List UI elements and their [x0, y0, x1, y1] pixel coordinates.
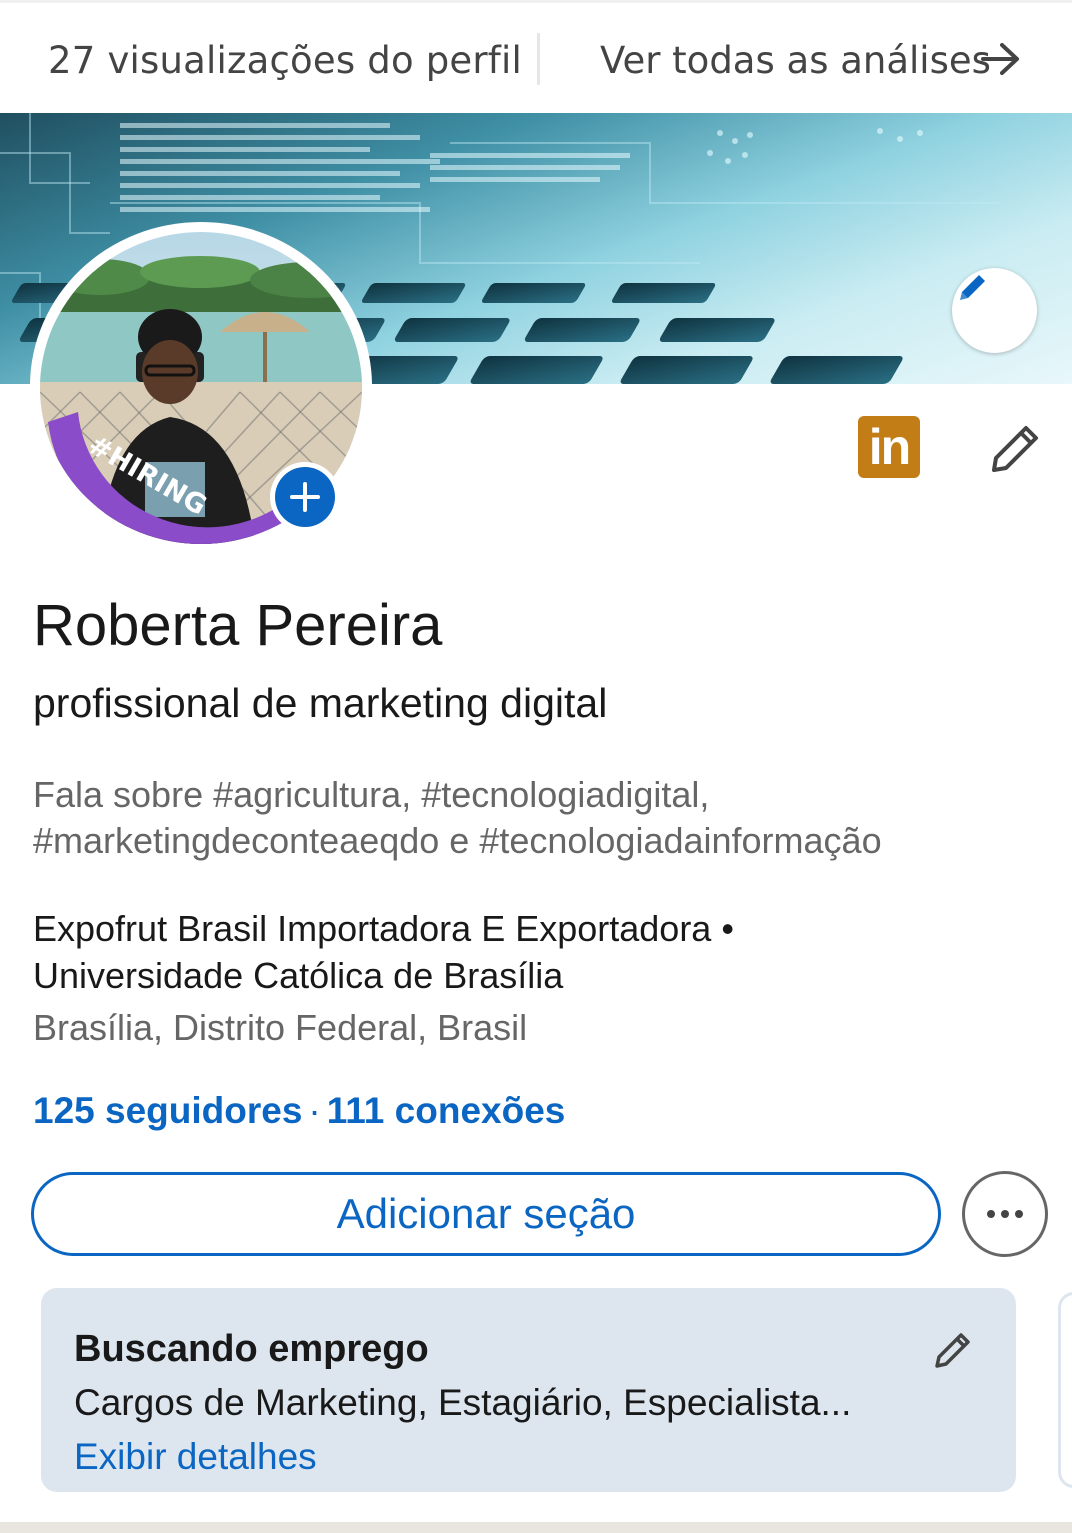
card-title: Buscando emprego [74, 1328, 429, 1370]
pencil-icon[interactable] [984, 418, 1044, 478]
company-line[interactable]: Expofrut Brasil Importadora E Exportador… [33, 905, 1033, 952]
show-details-link[interactable]: Exibir detalhes [74, 1436, 317, 1478]
divider [537, 33, 540, 85]
followers-link[interactable]: 125 seguidores [33, 1090, 302, 1131]
more-button[interactable] [962, 1171, 1048, 1257]
arrow-right-icon[interactable] [980, 39, 1022, 79]
view-all-analytics-link[interactable]: Ver todas as análises [600, 39, 991, 82]
profile-headline: profissional de marketing digital [33, 680, 608, 726]
more-icon [987, 1210, 1023, 1218]
section-divider [0, 1522, 1072, 1533]
location: Brasília, Distrito Federal, Brasil [33, 1007, 528, 1048]
company-education: Expofrut Brasil Importadora E Exportador… [33, 905, 1033, 999]
open-to-work-card[interactable]: Buscando emprego Cargos de Marketing, Es… [41, 1288, 1016, 1492]
edit-banner-button[interactable] [952, 268, 1037, 353]
separator: · [308, 1090, 321, 1131]
add-section-button[interactable]: Adicionar seção [31, 1172, 941, 1256]
connections-link[interactable]: 111 conexões [327, 1090, 566, 1131]
profile-name: Roberta Pereira [33, 593, 443, 658]
card-roles: Cargos de Marketing, Estagiário, Especia… [74, 1382, 852, 1423]
pencil-icon[interactable] [931, 1328, 975, 1372]
linkedin-icon[interactable]: in [858, 416, 920, 478]
add-photo-button[interactable] [270, 462, 340, 532]
education-line[interactable]: Universidade Católica de Brasília [33, 952, 1033, 999]
talks-about: Fala sobre #agricultura, #tecnologiadigi… [33, 774, 882, 861]
network-stats: 125 seguidores · 111 conexões [33, 1090, 565, 1132]
plus-icon [290, 482, 320, 512]
pencil-icon [960, 275, 985, 300]
profile-views-count[interactable]: 27 visualizações do perfil [48, 39, 522, 82]
next-card-peek[interactable] [1058, 1292, 1072, 1488]
profile-analytics-bar: 27 visualizações do perfil Ver todas as … [0, 0, 1072, 113]
